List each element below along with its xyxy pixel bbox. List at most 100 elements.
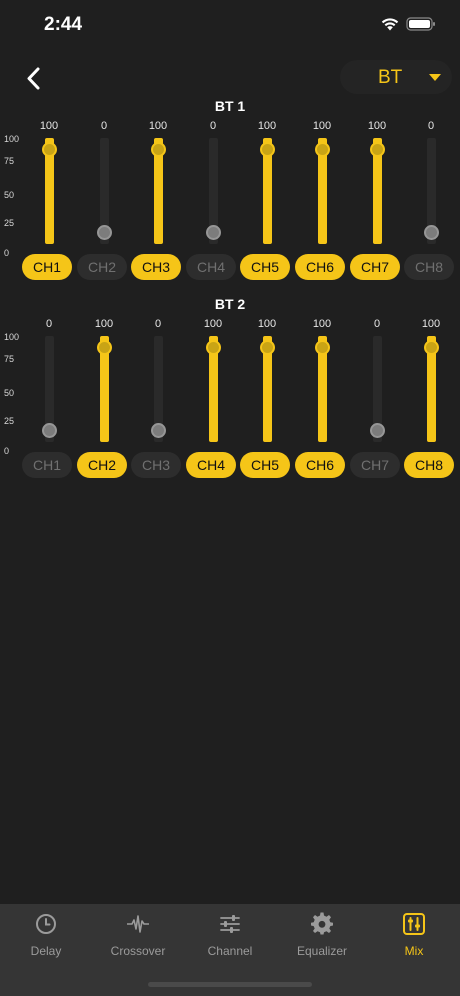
axis-tick-label: 0: [4, 446, 10, 456]
tab-mix[interactable]: Mix: [368, 904, 460, 974]
slider-thumb[interactable]: [97, 225, 112, 240]
channel-toggle-button[interactable]: CH1: [22, 254, 72, 280]
wifi-icon: [381, 18, 399, 31]
channel-value: 100: [421, 318, 441, 330]
channel-toggle-button[interactable]: CH3: [131, 254, 181, 280]
channel-toggle-button[interactable]: CH7: [350, 452, 400, 478]
channel-toggle-button[interactable]: CH1: [22, 452, 72, 478]
channel-ch8: 0 CH8: [404, 98, 458, 288]
channel-value: 100: [94, 318, 114, 330]
channel-ch3: 100 CH3: [131, 98, 185, 288]
tab-label: Equalizer: [296, 944, 348, 958]
source-select[interactable]: BT: [340, 60, 452, 94]
tab-label: Mix: [404, 944, 424, 958]
channel-value: 100: [257, 120, 277, 132]
caret-down-icon: [429, 74, 441, 81]
slider-thumb[interactable]: [97, 340, 112, 355]
slider-thumb[interactable]: [206, 340, 221, 355]
source-value: BT: [378, 67, 403, 88]
tab-delay[interactable]: Delay: [0, 904, 92, 974]
channel-toggle-button[interactable]: CH5: [240, 452, 290, 478]
axis-tick-label: 25: [4, 218, 15, 228]
channel-ch1: 100 CH1: [22, 98, 76, 288]
channel-toggle-button[interactable]: CH7: [350, 254, 400, 280]
channel-toggle-button[interactable]: CH4: [186, 452, 236, 478]
battery-icon: [406, 17, 435, 31]
channel-toggle-button[interactable]: CH2: [77, 452, 127, 478]
channel-ch3: 0 CH3: [131, 296, 185, 486]
slider-thumb[interactable]: [206, 225, 221, 240]
slider-thumb[interactable]: [370, 142, 385, 157]
mix-section-1: BT 1 100 75 50 25 0 100 CH1 0 CH2 100 CH3 0 CH4 100 CH5…: [0, 98, 460, 288]
channel-value: 0: [154, 318, 162, 330]
slider-thumb[interactable]: [315, 340, 330, 355]
channel-ch7: 100 CH7: [350, 98, 404, 288]
channel-ch2: 100 CH2: [77, 296, 131, 486]
slider-thumb[interactable]: [151, 142, 166, 157]
chevron-left-icon: [27, 67, 40, 90]
mix-section-2: BT 2 100 75 50 25 0 0 CH1 100 CH2 0 CH3 100 CH4 100 CH5…: [0, 296, 460, 486]
axis-tick-label: 50: [4, 388, 15, 398]
tab-equalizer[interactable]: Equalizer: [276, 904, 368, 974]
mixer-icon: [402, 912, 426, 936]
channel-toggle-button[interactable]: CH5: [240, 254, 290, 280]
channel-toggle-button[interactable]: CH6: [295, 452, 345, 478]
channel-value: 100: [148, 120, 168, 132]
channel-ch2: 0 CH2: [77, 98, 131, 288]
channel-value: 0: [373, 318, 381, 330]
axis-tick-label: 100: [4, 332, 20, 342]
tab-channel[interactable]: Channel: [184, 904, 276, 974]
channel-toggle-button[interactable]: CH2: [77, 254, 127, 280]
channel-value: 100: [203, 318, 223, 330]
slider-thumb[interactable]: [42, 142, 57, 157]
channel-value: 100: [367, 120, 387, 132]
slider-thumb[interactable]: [260, 142, 275, 157]
channel-value: 100: [312, 318, 332, 330]
status-time: 2:44: [44, 14, 83, 35]
channel-value: 0: [427, 120, 435, 132]
axis-tick-label: 100: [4, 134, 20, 144]
slider-thumb[interactable]: [424, 225, 439, 240]
channel-toggle-button[interactable]: CH3: [131, 452, 181, 478]
channel-toggle-button[interactable]: CH8: [404, 254, 454, 280]
channel-toggle-button[interactable]: CH6: [295, 254, 345, 280]
status-bar: 2:44: [0, 0, 460, 50]
axis-tick-label: 25: [4, 416, 15, 426]
tab-label: Channel: [207, 944, 253, 958]
channel-value: 0: [45, 318, 53, 330]
axis-tick-label: 75: [4, 156, 15, 166]
channel-ch4: 100 CH4: [186, 296, 240, 486]
channel-ch8: 100 CH8: [404, 296, 458, 486]
channel-value: 100: [312, 120, 332, 132]
tab-label: Delay: [30, 944, 62, 958]
slider-thumb[interactable]: [370, 423, 385, 438]
slider-thumb[interactable]: [260, 340, 275, 355]
home-indicator: [148, 982, 312, 987]
axis-tick-label: 0: [4, 248, 10, 258]
channel-value: 0: [209, 120, 217, 132]
channel-toggle-button[interactable]: CH8: [404, 452, 454, 478]
axis-tick-label: 50: [4, 190, 15, 200]
slider-thumb[interactable]: [42, 423, 57, 438]
channel-ch6: 100 CH6: [295, 98, 349, 288]
clock-icon: [34, 912, 58, 936]
channel-ch1: 0 CH1: [22, 296, 76, 486]
channel-ch4: 0 CH4: [186, 98, 240, 288]
waveform-icon: [126, 912, 150, 936]
channel-ch5: 100 CH5: [240, 98, 294, 288]
channel-ch7: 0 CH7: [350, 296, 404, 486]
gear-icon: [310, 912, 334, 936]
channel-ch6: 100 CH6: [295, 296, 349, 486]
channel-value: 0: [100, 120, 108, 132]
slider-thumb[interactable]: [151, 423, 166, 438]
channel-value: 100: [257, 318, 277, 330]
sliders-icon: [218, 912, 242, 936]
tab-label: Crossover: [110, 944, 166, 958]
channel-toggle-button[interactable]: CH4: [186, 254, 236, 280]
channel-ch5: 100 CH5: [240, 296, 294, 486]
back-button[interactable]: [20, 64, 50, 94]
slider-thumb[interactable]: [424, 340, 439, 355]
channel-value: 100: [39, 120, 59, 132]
tab-crossover[interactable]: Crossover: [92, 904, 184, 974]
slider-thumb[interactable]: [315, 142, 330, 157]
